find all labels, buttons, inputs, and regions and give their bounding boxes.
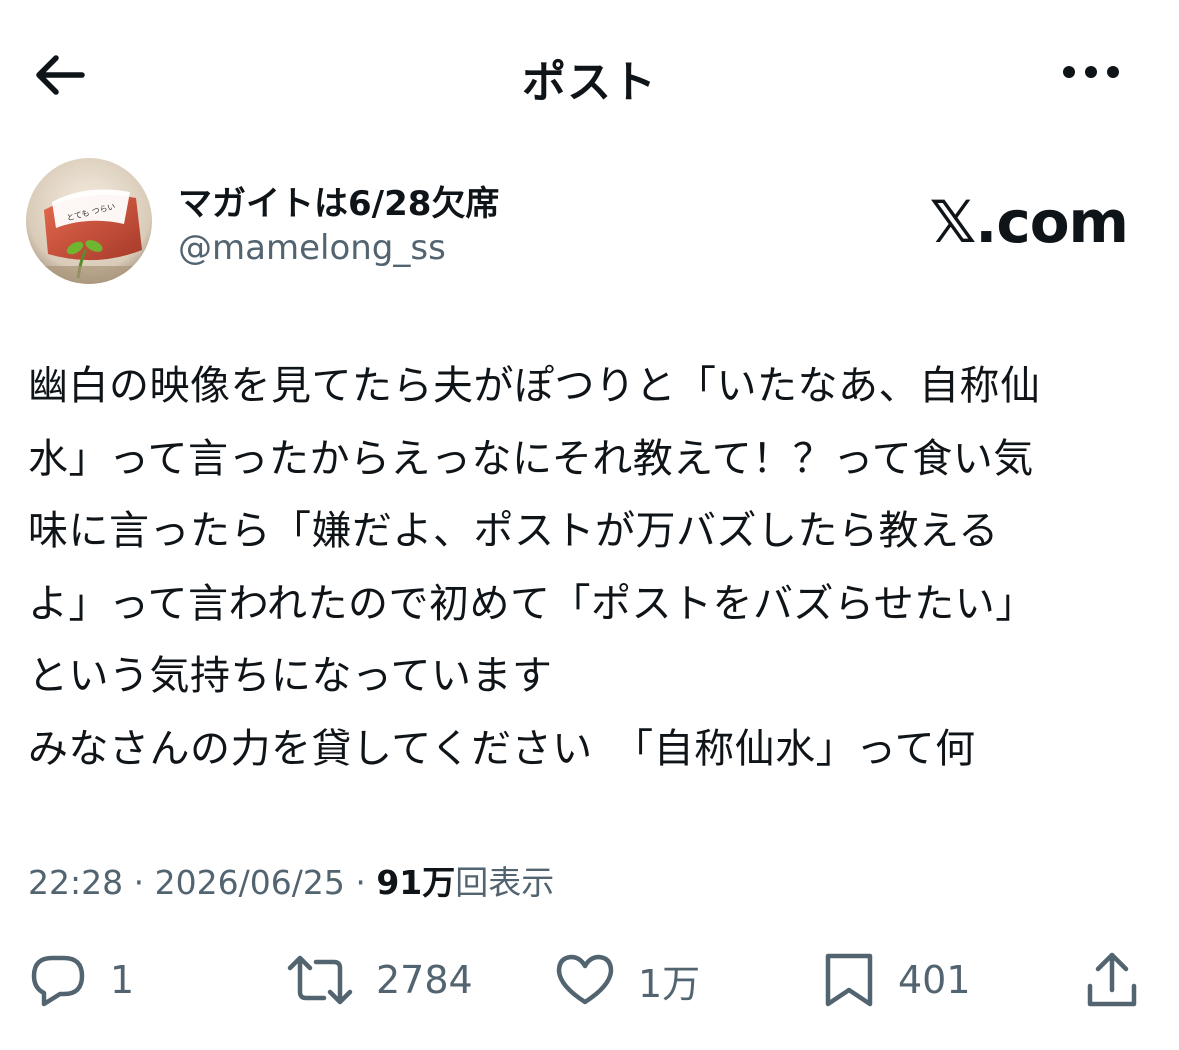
bookmark-count: 401 bbox=[898, 958, 971, 1002]
post-date[interactable]: 2026/06/25 bbox=[155, 863, 345, 902]
reply-icon bbox=[31, 955, 85, 1007]
like-button[interactable]: 1万 bbox=[554, 940, 700, 1020]
post-meta: 22:28 · 2026/06/25 · 91万回表示 bbox=[28, 856, 554, 904]
reply-button[interactable]: 1 bbox=[28, 940, 134, 1020]
post-text-line: よ」って言われたので初めて「ポストをバズらせたい」 bbox=[28, 580, 1036, 627]
reply-count: 1 bbox=[110, 958, 135, 1002]
bookmark-icon bbox=[825, 953, 873, 1007]
author-name[interactable]: マガイトは6/28欠席 bbox=[178, 176, 499, 225]
more-button[interactable] bbox=[1051, 50, 1131, 94]
meta-separator: · bbox=[133, 863, 145, 902]
page-title: ポスト bbox=[522, 57, 657, 108]
repost-count: 2784 bbox=[376, 958, 473, 1002]
post-text-line: 味に言ったら「嫌だよ、ポストが万バズしたら教える bbox=[28, 508, 999, 554]
author-handle[interactable]: @mamelong_ss bbox=[178, 228, 446, 268]
bookmark-button[interactable]: 401 bbox=[822, 940, 971, 1020]
meta-separator: · bbox=[355, 863, 366, 902]
repost-icon bbox=[287, 955, 353, 1005]
post-text-line: 幽白の映像を見てたら夫がぽつりと「いたなあ、自称仙 bbox=[28, 363, 1041, 409]
heart-icon bbox=[556, 954, 614, 1005]
views-count: 91万 bbox=[376, 863, 456, 902]
avatar[interactable]: とても つらい bbox=[26, 158, 152, 284]
share-icon bbox=[1087, 952, 1137, 1007]
like-count: 1万 bbox=[638, 961, 701, 1006]
action-bar: 1 2784 1万 401 bbox=[0, 940, 1179, 1020]
share-button[interactable] bbox=[1082, 940, 1142, 1020]
post-text: 幽白の映像を見てたら夫がぽつりと「いたなあ、自称仙 水」って言ったからえっなにそ… bbox=[28, 350, 1158, 785]
post-text-line: 水」って言ったからえっなにそれ教えて！？って食い気 bbox=[28, 435, 1034, 482]
repost-button[interactable]: 2784 bbox=[286, 940, 473, 1020]
x-com-watermark: 𝕏.com bbox=[929, 188, 1129, 256]
post-text-line: みなさんの力を貸してください 「自称仙水」って何 bbox=[28, 725, 976, 772]
post-time[interactable]: 22:28 bbox=[28, 863, 123, 902]
post-text-line: という気持ちになっています bbox=[28, 653, 553, 699]
top-bar: ポスト bbox=[0, 0, 1179, 150]
author-block: とても つらい マガイトは6/28欠席 @mamelong_ss 𝕏.com bbox=[26, 158, 1156, 286]
more-horizontal-icon bbox=[1063, 66, 1119, 78]
avatar-image: とても つらい bbox=[26, 158, 152, 284]
views-label: 回表示 bbox=[455, 863, 555, 902]
